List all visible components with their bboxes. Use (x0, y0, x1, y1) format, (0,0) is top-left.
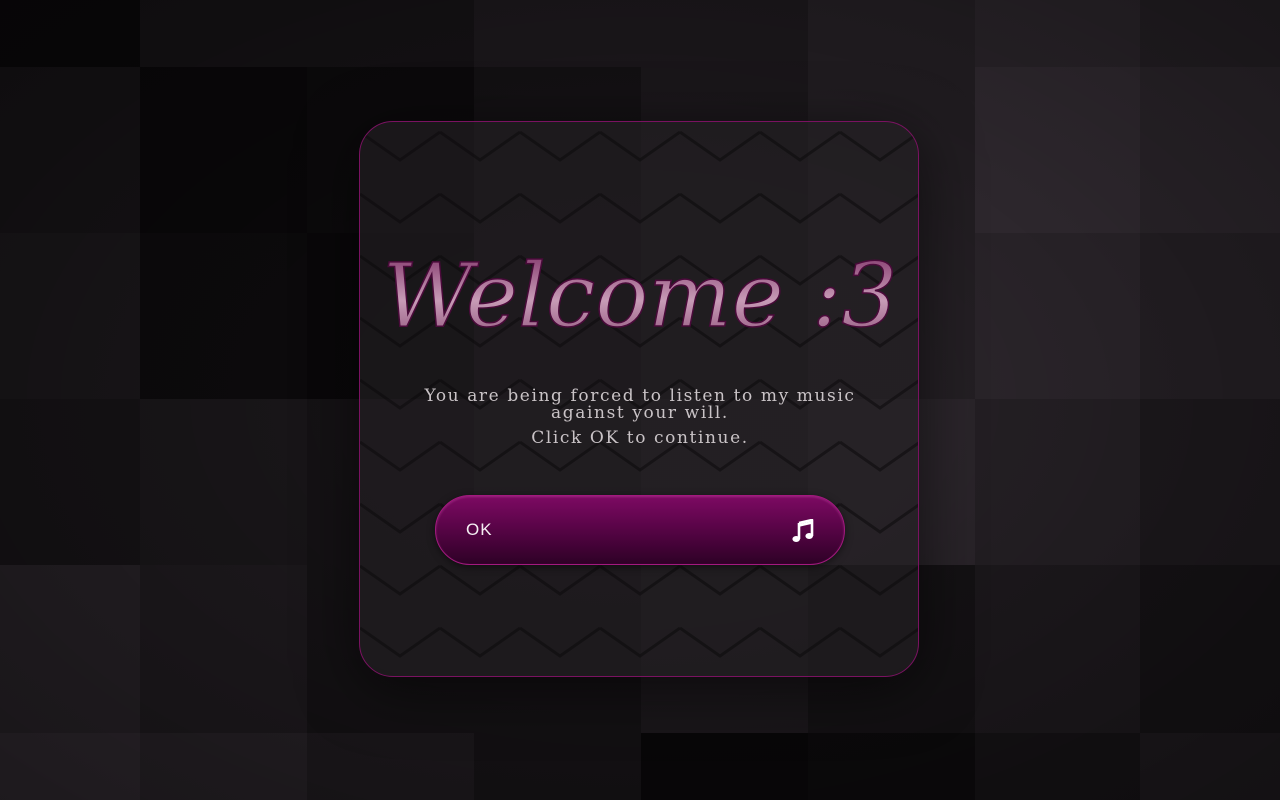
background-tile (140, 399, 307, 565)
background-tile (307, 733, 474, 800)
background-tile (975, 565, 1140, 733)
welcome-dialog: Welcome :3 You are being forced to liste… (359, 121, 919, 677)
background-tile (808, 0, 975, 67)
background-tile (140, 67, 307, 233)
background-tile (1140, 733, 1280, 800)
background-tile (0, 67, 140, 233)
background-tile (808, 733, 975, 800)
splash-screen: Welcome :3 You are being forced to liste… (0, 0, 1280, 800)
background-tile (0, 565, 140, 733)
ok-button[interactable]: OK (435, 495, 845, 565)
background-tile (140, 733, 307, 800)
background-tile (641, 0, 808, 67)
svg-text:Welcome :3: Welcome :3 (383, 244, 898, 347)
background-tile (0, 399, 140, 565)
background-tile (1140, 399, 1280, 565)
background-tile (0, 0, 140, 67)
message-line-3: Click OK to continue. (531, 428, 749, 448)
background-tile (1140, 233, 1280, 399)
background-tile (307, 0, 474, 67)
message-line-2: against your will. (551, 403, 729, 423)
welcome-title: Welcome :3 (382, 243, 898, 348)
music-note-icon (792, 519, 814, 542)
background-tile (474, 0, 641, 67)
background-tile (1140, 0, 1280, 67)
background-tile (1140, 565, 1280, 733)
background-tile (140, 233, 307, 399)
background-tile (0, 233, 140, 399)
background-tile (975, 0, 1140, 67)
background-tile (975, 67, 1140, 233)
ok-button-label: OK (466, 520, 493, 539)
background-tile (975, 399, 1140, 565)
dialog-message: You are being forced to listen to my mus… (360, 388, 918, 449)
background-tile (975, 233, 1140, 399)
background-tile (140, 565, 307, 733)
background-tile (1140, 67, 1280, 233)
background-tile (975, 733, 1140, 800)
background-tile (0, 733, 140, 800)
background-tile (641, 733, 808, 800)
background-tile (474, 733, 641, 800)
background-tile (140, 0, 307, 67)
